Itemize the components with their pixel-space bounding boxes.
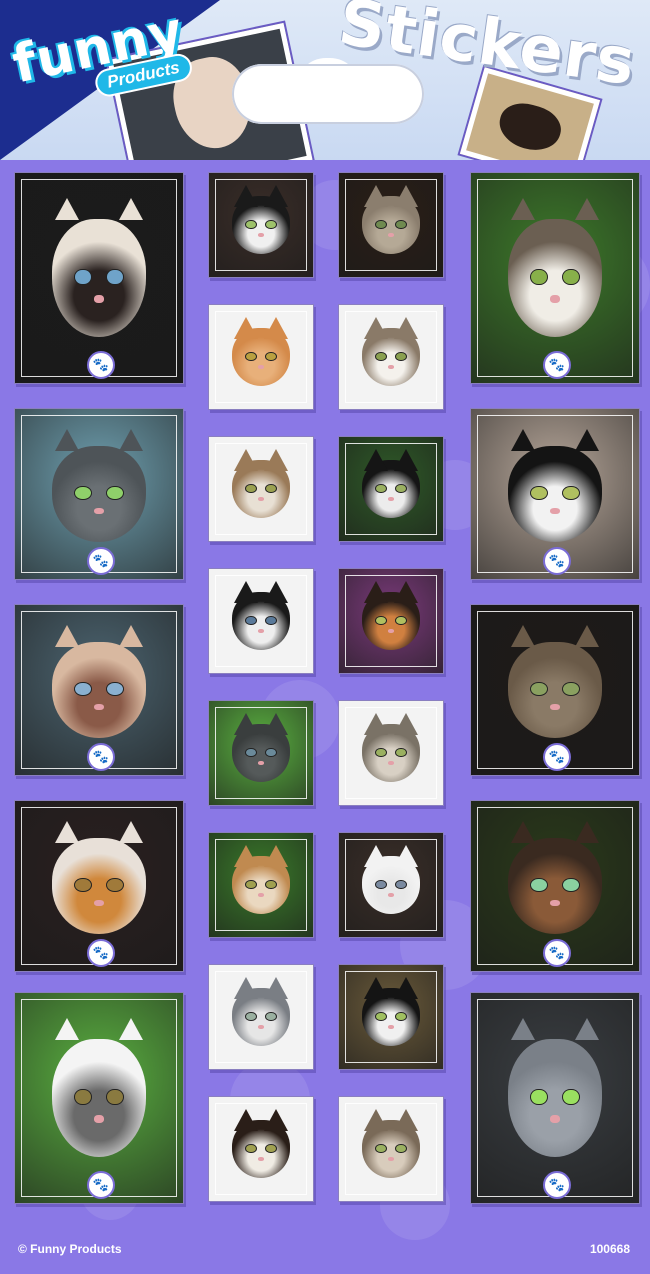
sticker-frame [345, 971, 437, 1063]
sticker-kitten-bw [208, 568, 314, 674]
paw-icon: 🐾 [543, 547, 571, 575]
sticker-frame [215, 971, 307, 1063]
sticker-grey-longhair: 🐾 [470, 992, 640, 1204]
sticker-tuxedo [338, 964, 444, 1070]
sticker-grey: 🐾 [14, 408, 184, 580]
sticker-tabby-5 [338, 1096, 444, 1202]
sticker-black-white-2 [338, 436, 444, 542]
sticker-frame [345, 575, 437, 667]
sticker-kitten-grey [208, 700, 314, 806]
sticker-black-white [208, 172, 314, 278]
sticker-frame [215, 839, 307, 931]
sticker-frame [21, 179, 177, 377]
sticker-grey-white [208, 964, 314, 1070]
paw-icon: 🐾 [543, 1171, 571, 1199]
paw-icon: 🐾 [87, 939, 115, 967]
sticker-tabby-white-lying [338, 304, 444, 410]
sticker-white-grass: 🐾 [14, 992, 184, 1204]
sticker-tabby-3: 🐾 [470, 604, 640, 776]
sticker-kitten-tabby [208, 436, 314, 542]
sticker-tabby-lying [338, 172, 444, 278]
sticker-frame [215, 575, 307, 667]
sticker-frame [345, 839, 437, 931]
paw-icon: 🐾 [87, 547, 115, 575]
sticker-frame [215, 443, 307, 535]
sticker-frame [21, 999, 177, 1197]
sticker-frame [215, 1103, 307, 1195]
hang-hole [232, 64, 424, 124]
paw-icon: 🐾 [87, 743, 115, 771]
paw-icon: 🐾 [543, 939, 571, 967]
sticker-siamese: 🐾 [14, 172, 184, 384]
sticker-black-white-3: 🐾 [470, 408, 640, 580]
sticker-tabby-white: 🐾 [470, 172, 640, 384]
sticker-frame [477, 999, 633, 1197]
sticker-tortoiseshell: 🐾 [470, 800, 640, 972]
sticker-frame [345, 1103, 437, 1195]
sticker-calico-2 [208, 1096, 314, 1202]
sticker-siamese-2: 🐾 [14, 604, 184, 776]
sticker-calico [338, 568, 444, 674]
sticker-white-fluffy [338, 832, 444, 938]
paw-icon: 🐾 [87, 351, 115, 379]
sticker-frame [345, 707, 437, 799]
sticker-orange-tabby [208, 304, 314, 410]
sticker-frame [477, 179, 633, 377]
paw-icon: 🐾 [543, 351, 571, 379]
header-banner: funny Products Stickers [0, 0, 650, 160]
sticker-tabby-4 [338, 700, 444, 806]
sticker-orange-white: 🐾 [14, 800, 184, 972]
paw-icon: 🐾 [543, 743, 571, 771]
sticker-frame [215, 311, 307, 403]
sticker-frame [345, 443, 437, 535]
sticker-frame [215, 179, 307, 271]
product-code: 100668 [589, 1242, 630, 1256]
sticker-frame [345, 311, 437, 403]
copyright: © Funny Products [18, 1242, 122, 1256]
sticker-frame [215, 707, 307, 799]
paw-icon: 🐾 [87, 1171, 115, 1199]
sticker-frame [345, 179, 437, 271]
sticker-orange-grass [208, 832, 314, 938]
